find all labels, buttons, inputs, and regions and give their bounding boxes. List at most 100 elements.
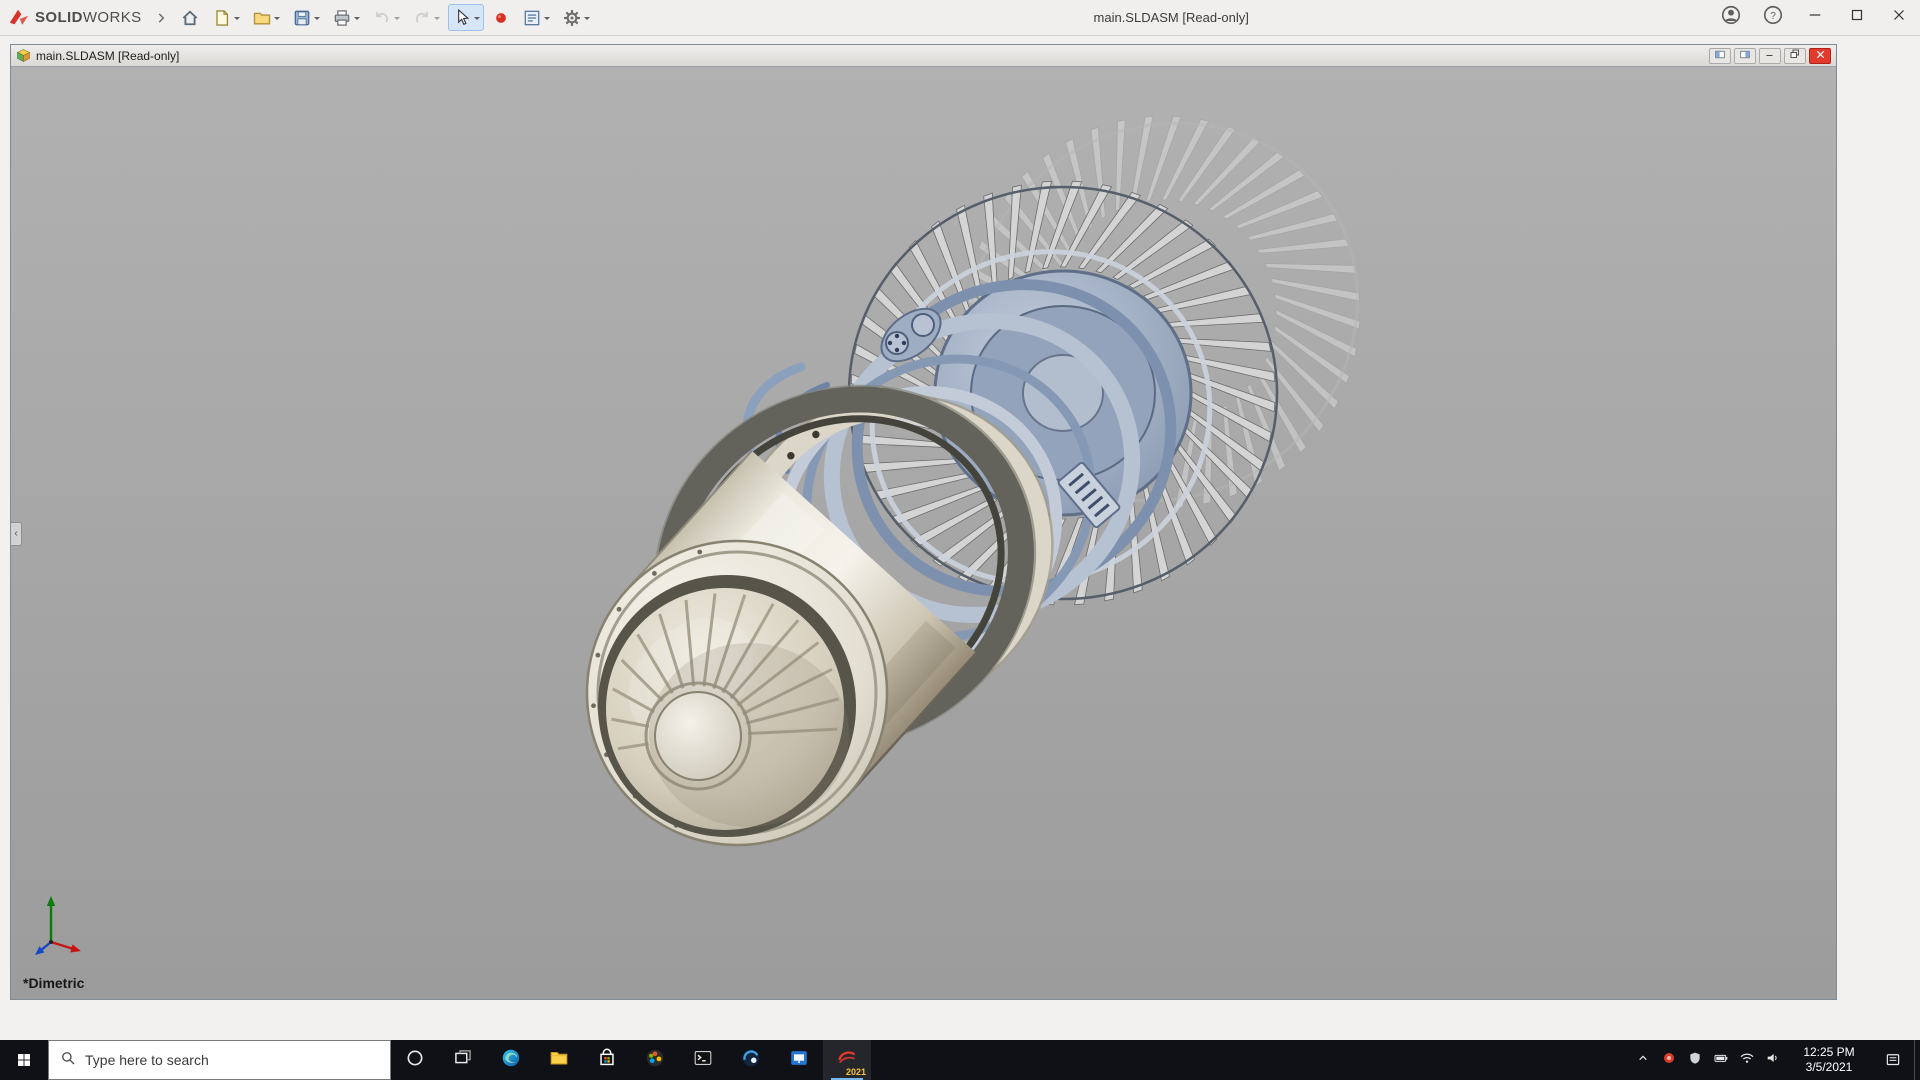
taskbar-edge-browser-button[interactable] bbox=[487, 1040, 535, 1080]
clock-time: 12:25 PM bbox=[1786, 1045, 1872, 1060]
undo-button[interactable] bbox=[368, 4, 404, 31]
options-button[interactable] bbox=[558, 4, 594, 31]
network-icon bbox=[1739, 1050, 1755, 1071]
3d-viewport[interactable]: ‹ *Dimetric bbox=[11, 67, 1836, 999]
home-button[interactable] bbox=[176, 4, 204, 31]
cortana-icon bbox=[405, 1048, 425, 1073]
quick-access-toolbar bbox=[174, 4, 596, 31]
task-view-icon bbox=[453, 1048, 473, 1073]
taskbar-colorful-app-button[interactable] bbox=[631, 1040, 679, 1080]
colorful-app-icon bbox=[644, 1047, 666, 1074]
display-app-icon bbox=[788, 1047, 810, 1074]
undo-icon bbox=[372, 8, 392, 28]
close-window-icon bbox=[1890, 6, 1908, 29]
dropdown-caret-icon[interactable] bbox=[234, 17, 240, 23]
dropdown-caret-icon[interactable] bbox=[584, 17, 590, 23]
account-icon bbox=[1720, 4, 1742, 31]
file-explorer-icon bbox=[548, 1047, 570, 1074]
start-button[interactable] bbox=[0, 1040, 48, 1080]
taskbar-apps: 2021 bbox=[391, 1040, 871, 1080]
close-document-button[interactable] bbox=[1809, 48, 1831, 64]
terminal-icon bbox=[692, 1047, 714, 1074]
solidworks-logo[interactable]: SOLIDWORKS bbox=[8, 7, 148, 29]
search-input[interactable] bbox=[85, 1052, 380, 1068]
show-desktop-button[interactable] bbox=[1914, 1040, 1920, 1080]
close-document-icon bbox=[1814, 49, 1827, 63]
round-blue-app-icon bbox=[740, 1047, 762, 1074]
help-button[interactable]: ? bbox=[1752, 0, 1794, 36]
select-icon bbox=[452, 8, 472, 28]
tray-volume-button[interactable] bbox=[1760, 1040, 1786, 1080]
tray-battery-button[interactable] bbox=[1708, 1040, 1734, 1080]
maximize-window-button[interactable] bbox=[1836, 0, 1878, 36]
dropdown-caret-icon[interactable] bbox=[474, 17, 480, 23]
app-badge-label: 2021 bbox=[846, 1067, 866, 1077]
solidworks-app: SOLIDWORKS main.SLDASM [Read-only] ? mai… bbox=[0, 0, 1920, 1040]
red-sphere-tool-button[interactable] bbox=[488, 4, 514, 31]
taskbar-display-app-button[interactable] bbox=[775, 1040, 823, 1080]
document-title: main.SLDASM [Read-only] bbox=[36, 49, 179, 63]
engine-assembly-model[interactable] bbox=[11, 67, 1836, 999]
assembly-file-icon bbox=[16, 48, 31, 63]
taskbar-round-blue-app-button[interactable] bbox=[727, 1040, 775, 1080]
workarea: main.SLDASM [Read-only] ‹ bbox=[0, 36, 1920, 1040]
save-icon bbox=[292, 8, 312, 28]
tray-tray-red-app-button[interactable] bbox=[1656, 1040, 1682, 1080]
brand-name: SOLIDWORKS bbox=[35, 9, 142, 26]
minimize-window-button[interactable] bbox=[1794, 0, 1836, 36]
solidworks-logo-icon bbox=[8, 7, 30, 29]
taskbar-microsoft-store-button[interactable] bbox=[583, 1040, 631, 1080]
dropdown-caret-icon[interactable] bbox=[394, 17, 400, 23]
tray-hidden-icons-chevron-button[interactable] bbox=[1630, 1040, 1656, 1080]
document-titlebar[interactable]: main.SLDASM [Read-only] bbox=[11, 45, 1836, 67]
window-title: main.SLDASM [Read-only] bbox=[1094, 0, 1249, 36]
taskbar-terminal-button[interactable] bbox=[679, 1040, 727, 1080]
tray-security-shield-button[interactable] bbox=[1682, 1040, 1708, 1080]
restore-document-icon bbox=[1788, 48, 1802, 63]
titlebar-controls: ? bbox=[1710, 0, 1920, 36]
minimize-window-icon bbox=[1806, 6, 1824, 29]
taskbar-clock[interactable]: 12:25 PM 3/5/2021 bbox=[1786, 1040, 1872, 1080]
view-orientation-label: *Dimetric bbox=[23, 975, 84, 991]
dropdown-caret-icon[interactable] bbox=[314, 17, 320, 23]
dropdown-caret-icon[interactable] bbox=[274, 17, 280, 23]
select-button[interactable] bbox=[448, 4, 484, 31]
taskbar-file-explorer-button[interactable] bbox=[535, 1040, 583, 1080]
taskbar-cortana-button[interactable] bbox=[391, 1040, 439, 1080]
svg-text:?: ? bbox=[1770, 11, 1776, 22]
brand-rest: WORKS bbox=[83, 9, 142, 26]
taskbar-solidworks-2021-button[interactable]: 2021 bbox=[823, 1040, 871, 1080]
app-titlebar: SOLIDWORKS main.SLDASM [Read-only] ? bbox=[0, 0, 1920, 36]
tile-right-pane-button[interactable] bbox=[1734, 48, 1756, 64]
taskbar-spacer bbox=[871, 1040, 1630, 1080]
dropdown-caret-icon[interactable] bbox=[354, 17, 360, 23]
taskbar-task-view-button[interactable] bbox=[439, 1040, 487, 1080]
tile-right-pane-icon bbox=[1737, 48, 1753, 64]
volume-icon bbox=[1765, 1050, 1781, 1071]
file-properties-button[interactable] bbox=[518, 4, 554, 31]
expand-toolbar-arrow[interactable] bbox=[148, 11, 174, 25]
tile-left-pane-button[interactable] bbox=[1709, 48, 1731, 64]
account-button[interactable] bbox=[1710, 0, 1752, 36]
search-icon bbox=[59, 1049, 77, 1072]
redo-button[interactable] bbox=[408, 4, 444, 31]
tray-network-button[interactable] bbox=[1734, 1040, 1760, 1080]
edge-browser-icon bbox=[500, 1047, 522, 1074]
windows-logo-icon bbox=[15, 1051, 33, 1069]
new-document-button[interactable] bbox=[208, 4, 244, 31]
dropdown-caret-icon[interactable] bbox=[544, 17, 550, 23]
action-center-icon bbox=[1884, 1051, 1902, 1069]
open-document-button[interactable] bbox=[248, 4, 284, 31]
restore-document-button[interactable] bbox=[1784, 48, 1806, 64]
dropdown-caret-icon[interactable] bbox=[434, 17, 440, 23]
action-center-button[interactable] bbox=[1872, 1040, 1914, 1080]
save-button[interactable] bbox=[288, 4, 324, 31]
minimize-document-button[interactable] bbox=[1759, 48, 1781, 64]
tile-left-pane-icon bbox=[1712, 48, 1728, 64]
options-icon bbox=[562, 8, 582, 28]
print-button[interactable] bbox=[328, 4, 364, 31]
panel-collapse-tab[interactable]: ‹ bbox=[11, 522, 22, 546]
close-window-button[interactable] bbox=[1878, 0, 1920, 36]
tray-red-app-icon bbox=[1661, 1050, 1677, 1071]
taskbar-search[interactable] bbox=[48, 1040, 391, 1080]
